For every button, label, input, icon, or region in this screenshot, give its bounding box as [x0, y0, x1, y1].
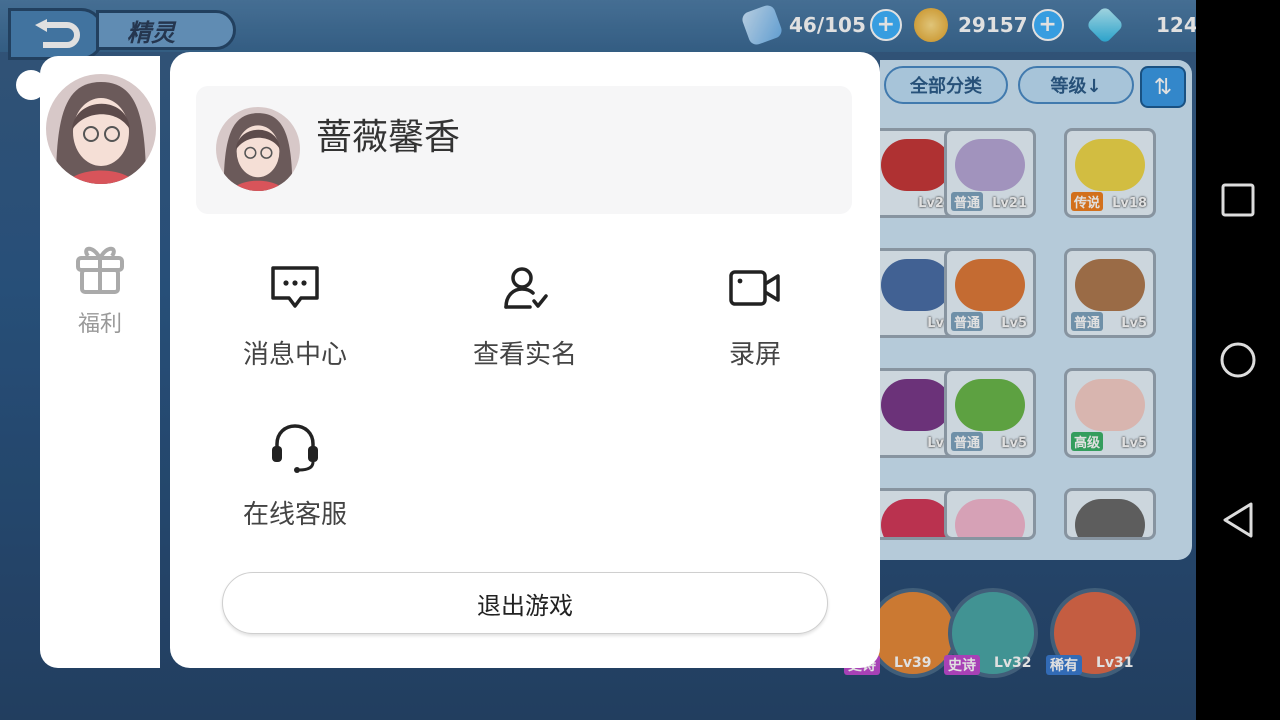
- avatar-image-icon: [216, 107, 300, 191]
- video-record-icon: [729, 270, 780, 306]
- avatar[interactable]: [46, 74, 156, 184]
- screen-record-button[interactable]: 录屏: [670, 258, 840, 371]
- headset-icon: [272, 424, 318, 473]
- gift-icon: [76, 246, 124, 294]
- system-nav-bar: [1196, 0, 1280, 720]
- message-center-label: 消息中心: [242, 340, 347, 370]
- welfare-button[interactable]: 福利: [40, 236, 160, 338]
- recent-apps-button[interactable]: [1218, 180, 1258, 220]
- screen-record-label: 录屏: [728, 340, 781, 370]
- view-realname-button[interactable]: 查看实名: [440, 258, 610, 371]
- exit-game-button[interactable]: 退出游戏: [222, 572, 828, 634]
- view-realname-label: 查看实名: [472, 340, 577, 370]
- profile-avatar[interactable]: [216, 107, 300, 191]
- home-button[interactable]: [1218, 340, 1258, 380]
- message-icon: [271, 266, 319, 308]
- customer-service-button[interactable]: 在线客服: [210, 418, 380, 531]
- message-center-button[interactable]: 消息中心: [210, 258, 380, 371]
- avatar-image-icon: [46, 74, 156, 184]
- triangle-back-icon: [1223, 502, 1253, 538]
- customer-service-label: 在线客服: [242, 500, 347, 530]
- circle-icon: [1220, 342, 1256, 378]
- user-verify-icon: [504, 267, 548, 309]
- square-icon: [1221, 183, 1255, 217]
- system-back-button[interactable]: [1218, 500, 1258, 540]
- welfare-label: 福利: [77, 312, 122, 337]
- username: 蔷薇馨香: [316, 117, 461, 158]
